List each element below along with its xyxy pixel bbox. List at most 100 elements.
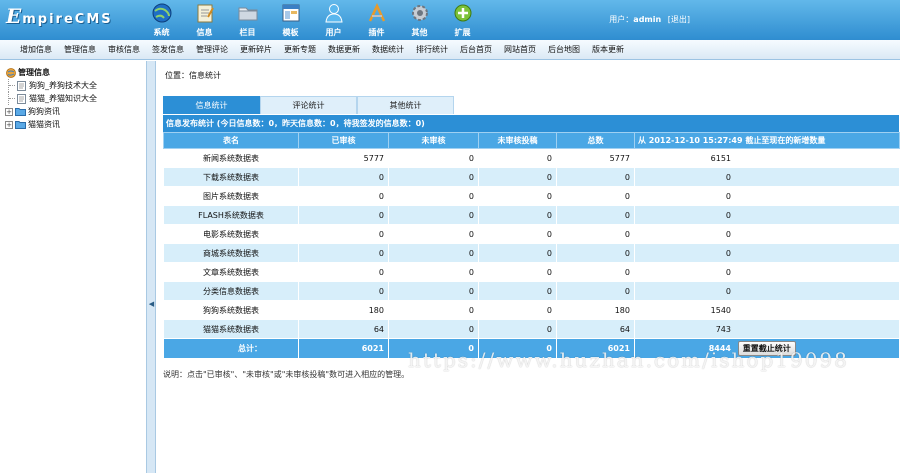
checked-count[interactable]: 64 bbox=[298, 319, 389, 339]
pending-count[interactable]: 0 bbox=[478, 300, 557, 320]
unchecked-count[interactable]: 0 bbox=[388, 300, 479, 320]
unchecked-count[interactable]: 0 bbox=[388, 224, 479, 244]
menu-item-13[interactable]: 版本更新 bbox=[586, 40, 630, 60]
pending-count[interactable]: 0 bbox=[478, 167, 557, 187]
folder-icon bbox=[15, 107, 26, 117]
unchecked-count[interactable]: 0 bbox=[388, 319, 479, 339]
menu-item-6[interactable]: 更新专题 bbox=[278, 40, 322, 60]
pending-count[interactable]: 0 bbox=[478, 148, 557, 168]
tab-info-stats[interactable]: 信息统计 bbox=[163, 96, 260, 114]
menu-item-12[interactable]: 后台地图 bbox=[542, 40, 586, 60]
new-count: 0 bbox=[634, 281, 900, 301]
expand-plus-icon[interactable]: + bbox=[5, 107, 13, 116]
unchecked-count[interactable]: 0 bbox=[388, 243, 479, 263]
folder-icon bbox=[15, 120, 26, 130]
pending-count[interactable]: 0 bbox=[478, 262, 557, 282]
empirecms-logo[interactable]: EmpireCMS bbox=[6, 4, 113, 28]
unchecked-count[interactable]: 0 bbox=[388, 148, 479, 168]
menu-item-5[interactable]: 更新碎片 bbox=[234, 40, 278, 60]
topnav-item-5[interactable]: 插件 bbox=[355, 0, 398, 40]
checked-count[interactable]: 5777 bbox=[298, 148, 389, 168]
unchecked-count[interactable]: 0 bbox=[388, 281, 479, 301]
topnav-item-7[interactable]: 扩展 bbox=[441, 0, 484, 40]
sidebar-splitter[interactable]: ◀ bbox=[147, 61, 156, 473]
menu-item-3[interactable]: 签发信息 bbox=[146, 40, 190, 60]
new-count-value: 0 bbox=[725, 191, 731, 201]
checked-count[interactable]: 0 bbox=[298, 167, 389, 187]
tree-root[interactable]: 管理信息 bbox=[5, 66, 146, 79]
tree-item-3[interactable]: + 猫猫资讯 bbox=[5, 118, 146, 131]
table-row: 狗狗系统数据表 180 0 0 180 1540 bbox=[163, 300, 900, 320]
checked-count[interactable]: 0 bbox=[298, 243, 389, 263]
table-name-cell[interactable]: 图片系统数据表 bbox=[163, 186, 299, 206]
new-count: 0 bbox=[634, 262, 900, 282]
total-count: 0 bbox=[556, 243, 635, 263]
totals-checked[interactable]: 6021 bbox=[298, 338, 389, 359]
tree-item-1[interactable]: 猫猫_养猫知识大全 bbox=[5, 92, 146, 105]
table-name-cell[interactable]: 下载系统数据表 bbox=[163, 167, 299, 187]
table-name-cell[interactable]: 猫猫系统数据表 bbox=[163, 319, 299, 339]
expand-plus-icon[interactable]: + bbox=[5, 120, 13, 129]
unchecked-count[interactable]: 0 bbox=[388, 262, 479, 282]
app-window: EmpireCMS 系统 信息 栏目 模板 用户 插件 其他 扩展 用户：admin [退出]… bbox=[0, 0, 900, 473]
menu-item-0[interactable]: 增加信息 bbox=[14, 40, 58, 60]
topnav-label: 插件 bbox=[368, 28, 385, 37]
stats-tabs: 信息统计 评论统计 其他统计 bbox=[163, 96, 454, 114]
document-icon bbox=[16, 80, 27, 91]
reset-stats-button[interactable]: 重置截止统计 bbox=[737, 341, 796, 356]
table-name-cell[interactable]: 狗狗系统数据表 bbox=[163, 300, 299, 320]
pending-count[interactable]: 0 bbox=[478, 224, 557, 244]
unchecked-count[interactable]: 0 bbox=[388, 205, 479, 225]
checked-count[interactable]: 180 bbox=[298, 300, 389, 320]
topnav-item-0[interactable]: 系统 bbox=[140, 0, 183, 40]
table-name-cell[interactable]: FLASH系统数据表 bbox=[163, 205, 299, 225]
total-count: 0 bbox=[556, 281, 635, 301]
pending-count[interactable]: 0 bbox=[478, 319, 557, 339]
totals-unchecked[interactable]: 0 bbox=[388, 338, 479, 359]
tree-item-0[interactable]: 狗狗_养狗技术大全 bbox=[5, 79, 146, 92]
unchecked-count[interactable]: 0 bbox=[388, 186, 479, 206]
unchecked-count[interactable]: 0 bbox=[388, 167, 479, 187]
tab-comment-stats[interactable]: 评论统计 bbox=[260, 96, 357, 114]
checked-count[interactable]: 0 bbox=[298, 281, 389, 301]
new-count-value: 0 bbox=[725, 210, 731, 220]
topnav-item-1[interactable]: 信息 bbox=[183, 0, 226, 40]
tab-other-stats[interactable]: 其他统计 bbox=[357, 96, 454, 114]
table-name-cell[interactable]: 分类信息数据表 bbox=[163, 281, 299, 301]
menu-item-11[interactable]: 网站首页 bbox=[498, 40, 542, 60]
checked-count[interactable]: 0 bbox=[298, 224, 389, 244]
checked-count[interactable]: 0 bbox=[298, 262, 389, 282]
topnav-item-3[interactable]: 模板 bbox=[269, 0, 312, 40]
tree-item-2[interactable]: + 狗狗资讯 bbox=[5, 105, 146, 118]
table-name-cell[interactable]: 商城系统数据表 bbox=[163, 243, 299, 263]
table-name-cell[interactable]: 新闻系统数据表 bbox=[163, 148, 299, 168]
menu-item-10[interactable]: 后台首页 bbox=[454, 40, 498, 60]
checked-count[interactable]: 0 bbox=[298, 205, 389, 225]
menu-item-7[interactable]: 数据更新 bbox=[322, 40, 366, 60]
topnav-item-6[interactable]: 其他 bbox=[398, 0, 441, 40]
menu-item-4[interactable]: 管理评论 bbox=[190, 40, 234, 60]
checked-count[interactable]: 0 bbox=[298, 186, 389, 206]
totals-pending[interactable]: 0 bbox=[478, 338, 557, 359]
total-count: 0 bbox=[556, 167, 635, 187]
collapse-arrow-icon[interactable]: ◀ bbox=[148, 300, 155, 310]
menu-item-1[interactable]: 管理信息 bbox=[58, 40, 102, 60]
total-count: 0 bbox=[556, 186, 635, 206]
pending-count[interactable]: 0 bbox=[478, 205, 557, 225]
menu-item-8[interactable]: 数据统计 bbox=[366, 40, 410, 60]
col-unchecked: 未审核 bbox=[388, 132, 479, 149]
pending-count[interactable]: 0 bbox=[478, 243, 557, 263]
pending-count[interactable]: 0 bbox=[478, 281, 557, 301]
table-name-cell[interactable]: 文章系统数据表 bbox=[163, 262, 299, 282]
table-row: 商城系统数据表 0 0 0 0 0 bbox=[163, 243, 900, 263]
total-count: 0 bbox=[556, 224, 635, 244]
logout-link[interactable]: [退出] bbox=[668, 15, 690, 24]
pending-count[interactable]: 0 bbox=[478, 186, 557, 206]
new-count-value: 0 bbox=[725, 229, 731, 239]
menu-item-9[interactable]: 排行统计 bbox=[410, 40, 454, 60]
menu-item-2[interactable]: 审核信息 bbox=[102, 40, 146, 60]
table-row: 分类信息数据表 0 0 0 0 0 bbox=[163, 281, 900, 301]
table-name-cell[interactable]: 电影系统数据表 bbox=[163, 224, 299, 244]
topnav-item-2[interactable]: 栏目 bbox=[226, 0, 269, 40]
topnav-item-4[interactable]: 用户 bbox=[312, 0, 355, 40]
